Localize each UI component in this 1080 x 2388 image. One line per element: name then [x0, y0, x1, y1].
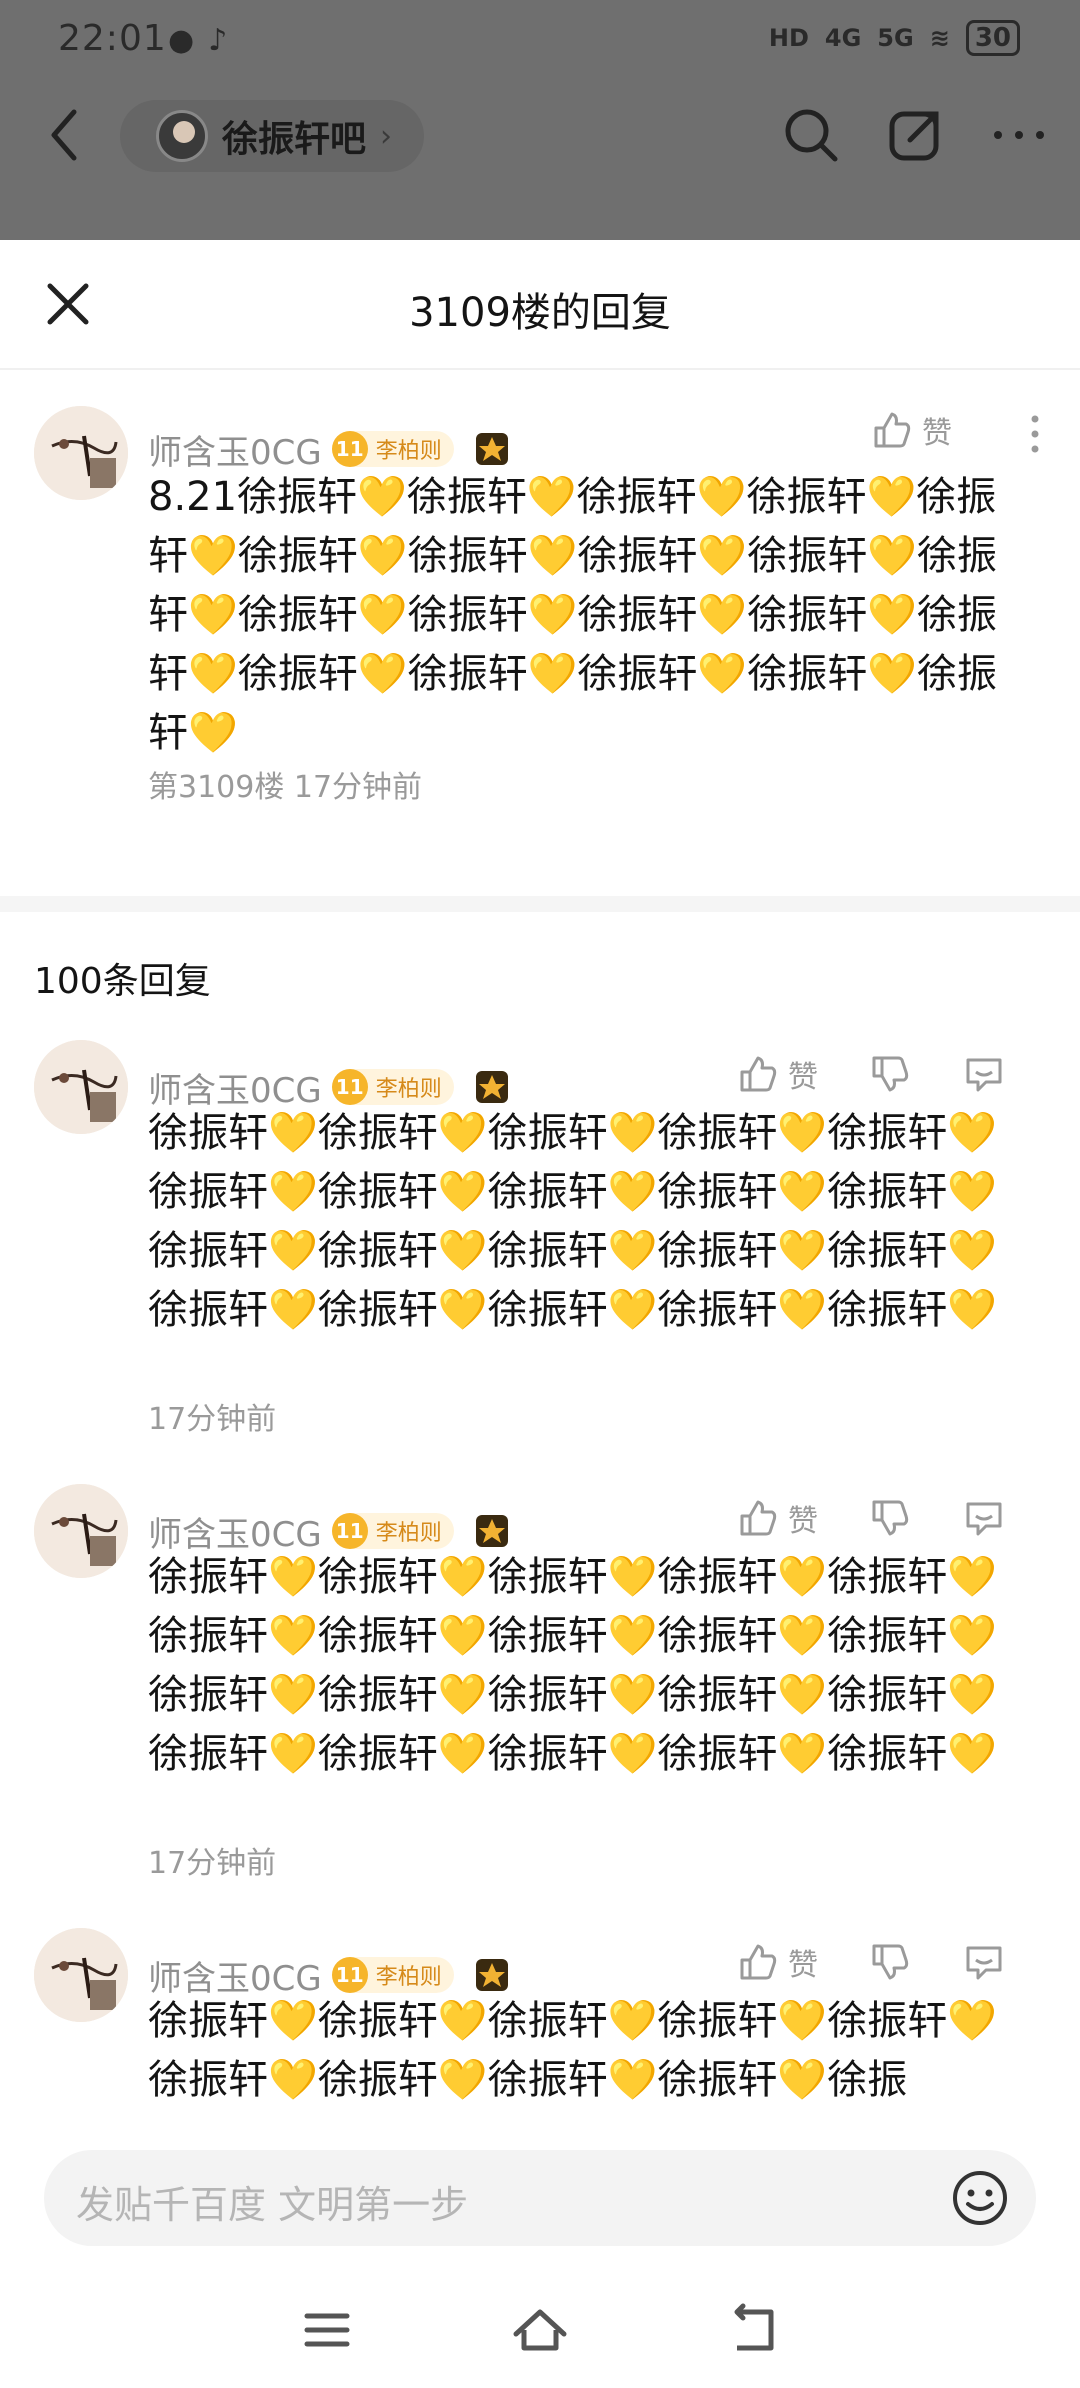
avatar[interactable]: [34, 406, 128, 500]
level-badge: 11 李柏则: [331, 1513, 454, 1549]
level-name: 李柏则: [375, 1077, 442, 1102]
post-meta: 第3109楼 17分钟前: [148, 770, 423, 805]
level-number: 11: [331, 1957, 368, 1993]
thumb-up-icon: [740, 1500, 777, 1536]
reply-text: 徐振轩💛徐振轩💛徐振轩💛徐振轩💛徐振轩💛徐振轩💛徐振轩💛徐振轩💛徐振轩💛徐振轩💛…: [148, 1110, 998, 1333]
level-name: 李柏则: [375, 1965, 442, 1990]
comment-icon[interactable]: [962, 1052, 1006, 1096]
input-bar: 发贴千百度 文明第一步: [0, 2130, 1080, 2388]
reply-item: 师含玉0CG 11 李柏则 赞 徐振轩💛徐振轩💛徐振轩💛徐振轩💛徐振轩💛徐振轩💛…: [0, 1928, 1080, 2130]
avatar[interactable]: [34, 1040, 128, 1134]
hd-indicator: HD: [768, 24, 809, 52]
reply-text: 徐振轩💛徐振轩💛徐振轩💛徐振轩💛徐振轩💛徐振轩💛徐振轩💛徐振轩💛徐振轩💛徐振: [148, 1998, 998, 2103]
reply-actions: 赞: [736, 1052, 1006, 1096]
post-actions: 赞: [870, 408, 952, 452]
author-name[interactable]: 师含玉0CG: [148, 425, 322, 474]
like-button[interactable]: 赞: [736, 1052, 818, 1096]
comment-icon[interactable]: [962, 1496, 1006, 1540]
tiktok-icon: ♪: [208, 23, 228, 58]
reply-item: 师含玉0CG 11 李柏则 赞 徐振轩💛徐振轩💛徐振轩💛徐振轩💛徐振轩💛徐振轩💛…: [0, 1484, 1080, 1904]
reply-sheet: 3109楼的回复 师含玉0CG 11 李柏则 赞 8.21徐振轩💛徐振轩💛徐振轩…: [0, 240, 1080, 2130]
level-number: 11: [331, 1069, 368, 1105]
status-bar: 22:01 ● ♪ HD 4G 5G ≋ 30: [0, 0, 1080, 80]
more-icon[interactable]: [988, 104, 1050, 166]
chevron-right-icon: ›: [380, 118, 393, 154]
status-right: HD 4G 5G ≋ 30: [769, 20, 1020, 56]
main-post: 师含玉0CG 11 李柏则 赞 8.21徐振轩💛徐振轩💛徐振轩💛徐振轩💛徐振轩💛…: [0, 390, 1080, 805]
back-icon: [51, 109, 77, 161]
forum-name: 徐振轩吧: [222, 119, 367, 160]
medal-icon: [475, 1515, 508, 1547]
reply-text: 徐振轩💛徐振轩💛徐振轩💛徐振轩💛徐振轩💛徐振轩💛徐振轩💛徐振轩💛徐振轩💛徐振轩💛…: [148, 1554, 998, 1777]
sheet-title: 3109楼的回复: [409, 290, 671, 336]
medal-icon: [475, 1959, 508, 1991]
back-button[interactable]: [40, 100, 90, 170]
nav-actions: [780, 104, 1050, 166]
reply-actions: 赞: [736, 1940, 1006, 1984]
reply-meta: 17分钟前: [148, 1846, 277, 1881]
level-name: 李柏则: [375, 1521, 442, 1546]
reply-item: 师含玉0CG 11 李柏则 赞 徐振轩💛徐振轩💛徐振轩💛徐振轩💛徐振轩💛徐振轩💛…: [0, 1040, 1080, 1460]
level-number: 11: [331, 431, 368, 467]
level-number: 11: [331, 1513, 368, 1549]
battery-indicator: 30: [965, 20, 1020, 56]
comment-icon[interactable]: [962, 1940, 1006, 1984]
home-icon[interactable]: [510, 2300, 570, 2360]
level-name: 李柏则: [375, 439, 442, 464]
share-icon[interactable]: [884, 104, 946, 166]
like-button[interactable]: 赞: [736, 1940, 818, 1984]
post-more-icon[interactable]: [1030, 414, 1040, 454]
avatar[interactable]: [34, 1928, 128, 2022]
like-button[interactable]: 赞: [870, 408, 952, 452]
wechat-icon: ●: [168, 23, 195, 58]
menu-icon[interactable]: [297, 2300, 357, 2360]
forum-chip[interactable]: 徐振轩吧 ›: [120, 100, 425, 172]
level-badge: 11 李柏则: [331, 1069, 454, 1105]
like-label: 赞: [922, 416, 952, 451]
thumb-up-icon: [740, 1056, 777, 1092]
system-nav-bar: [0, 2300, 1080, 2380]
reply-input-placeholder: 发贴千百度 文明第一步: [76, 2183, 469, 2227]
avatar[interactable]: [34, 1484, 128, 1578]
signal-5g: 5G: [877, 24, 914, 52]
level-badge: 11 李柏则: [331, 431, 454, 467]
search-icon[interactable]: [780, 104, 842, 166]
thumb-up-icon: [740, 1944, 777, 1980]
forum-avatar: [156, 110, 208, 162]
sheet-header: 3109楼的回复: [0, 240, 1080, 370]
reply-input[interactable]: 发贴千百度 文明第一步: [44, 2150, 1036, 2246]
section-divider: [0, 896, 1080, 912]
medal-icon: [475, 433, 508, 465]
like-label: 赞: [788, 1060, 818, 1095]
level-badge: 11 李柏则: [331, 1957, 454, 1993]
signal-4g: 4G: [824, 24, 862, 52]
like-button[interactable]: 赞: [736, 1496, 818, 1540]
medal-icon: [475, 1071, 508, 1103]
reply-count: 100条回复: [34, 961, 211, 1002]
thumb-up-icon: [874, 412, 911, 448]
reply-meta: 17分钟前: [148, 1402, 277, 1437]
return-icon[interactable]: [723, 2300, 783, 2360]
status-notification-icons: ● ♪: [168, 24, 227, 58]
thumb-down-icon[interactable]: [868, 1052, 912, 1096]
thumb-down-icon[interactable]: [868, 1940, 912, 1984]
wifi-icon: ≋: [929, 24, 950, 52]
like-label: 赞: [788, 1504, 818, 1539]
like-label: 赞: [788, 1948, 818, 1983]
reply-actions: 赞: [736, 1496, 1006, 1540]
author-row: 师含玉0CG 11 李柏则: [148, 424, 510, 474]
thumb-down-icon[interactable]: [868, 1496, 912, 1540]
emoji-icon[interactable]: [950, 2168, 1010, 2228]
status-time: 22:01: [58, 18, 167, 59]
post-text: 8.21徐振轩💛徐振轩💛徐振轩💛徐振轩💛徐振轩💛徐振轩💛徐振轩💛徐振轩💛徐振轩💛…: [148, 474, 998, 756]
